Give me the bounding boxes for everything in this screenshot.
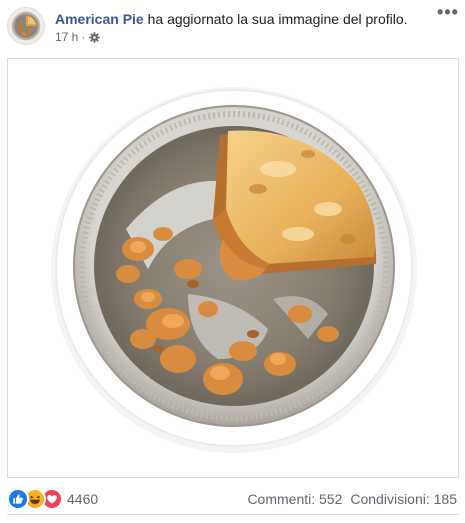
- profile-picture-image[interactable]: [7, 58, 459, 478]
- like-icon: [7, 488, 29, 510]
- post-timestamp[interactable]: 17 h: [55, 29, 78, 45]
- post-header: American Pie ha aggiornato la sua immagi…: [7, 3, 459, 47]
- comments-count-link[interactable]: Commenti: 552: [247, 491, 342, 507]
- more-options-button[interactable]: •••: [437, 3, 459, 23]
- footer-divider: [7, 514, 459, 515]
- meta-separator: ·: [81, 30, 86, 44]
- page-name-link[interactable]: American Pie: [55, 11, 144, 27]
- reaction-summary[interactable]: 4460: [7, 488, 98, 510]
- apple-pie-in-foil-tin-icon: [51, 87, 417, 453]
- avatar-pie-icon: [8, 8, 44, 44]
- post-stats: Commenti: 552 Condivisioni: 185: [247, 490, 457, 508]
- post-footer: 4460 Commenti: 552 Condivisioni: 185: [7, 486, 459, 510]
- post-title-line: American Pie ha aggiornato la sua immagi…: [55, 10, 408, 28]
- public-gear-icon[interactable]: [89, 31, 101, 43]
- reaction-count[interactable]: 4460: [67, 490, 98, 508]
- post-action-text: ha aggiornato la sua immagine del profil…: [147, 11, 408, 27]
- post-meta: 17 h ·: [55, 29, 101, 45]
- feed-post: American Pie ha aggiornato la sua immagi…: [0, 0, 465, 523]
- page-avatar[interactable]: [7, 7, 45, 45]
- shares-count-link[interactable]: Condivisioni: 185: [350, 491, 457, 507]
